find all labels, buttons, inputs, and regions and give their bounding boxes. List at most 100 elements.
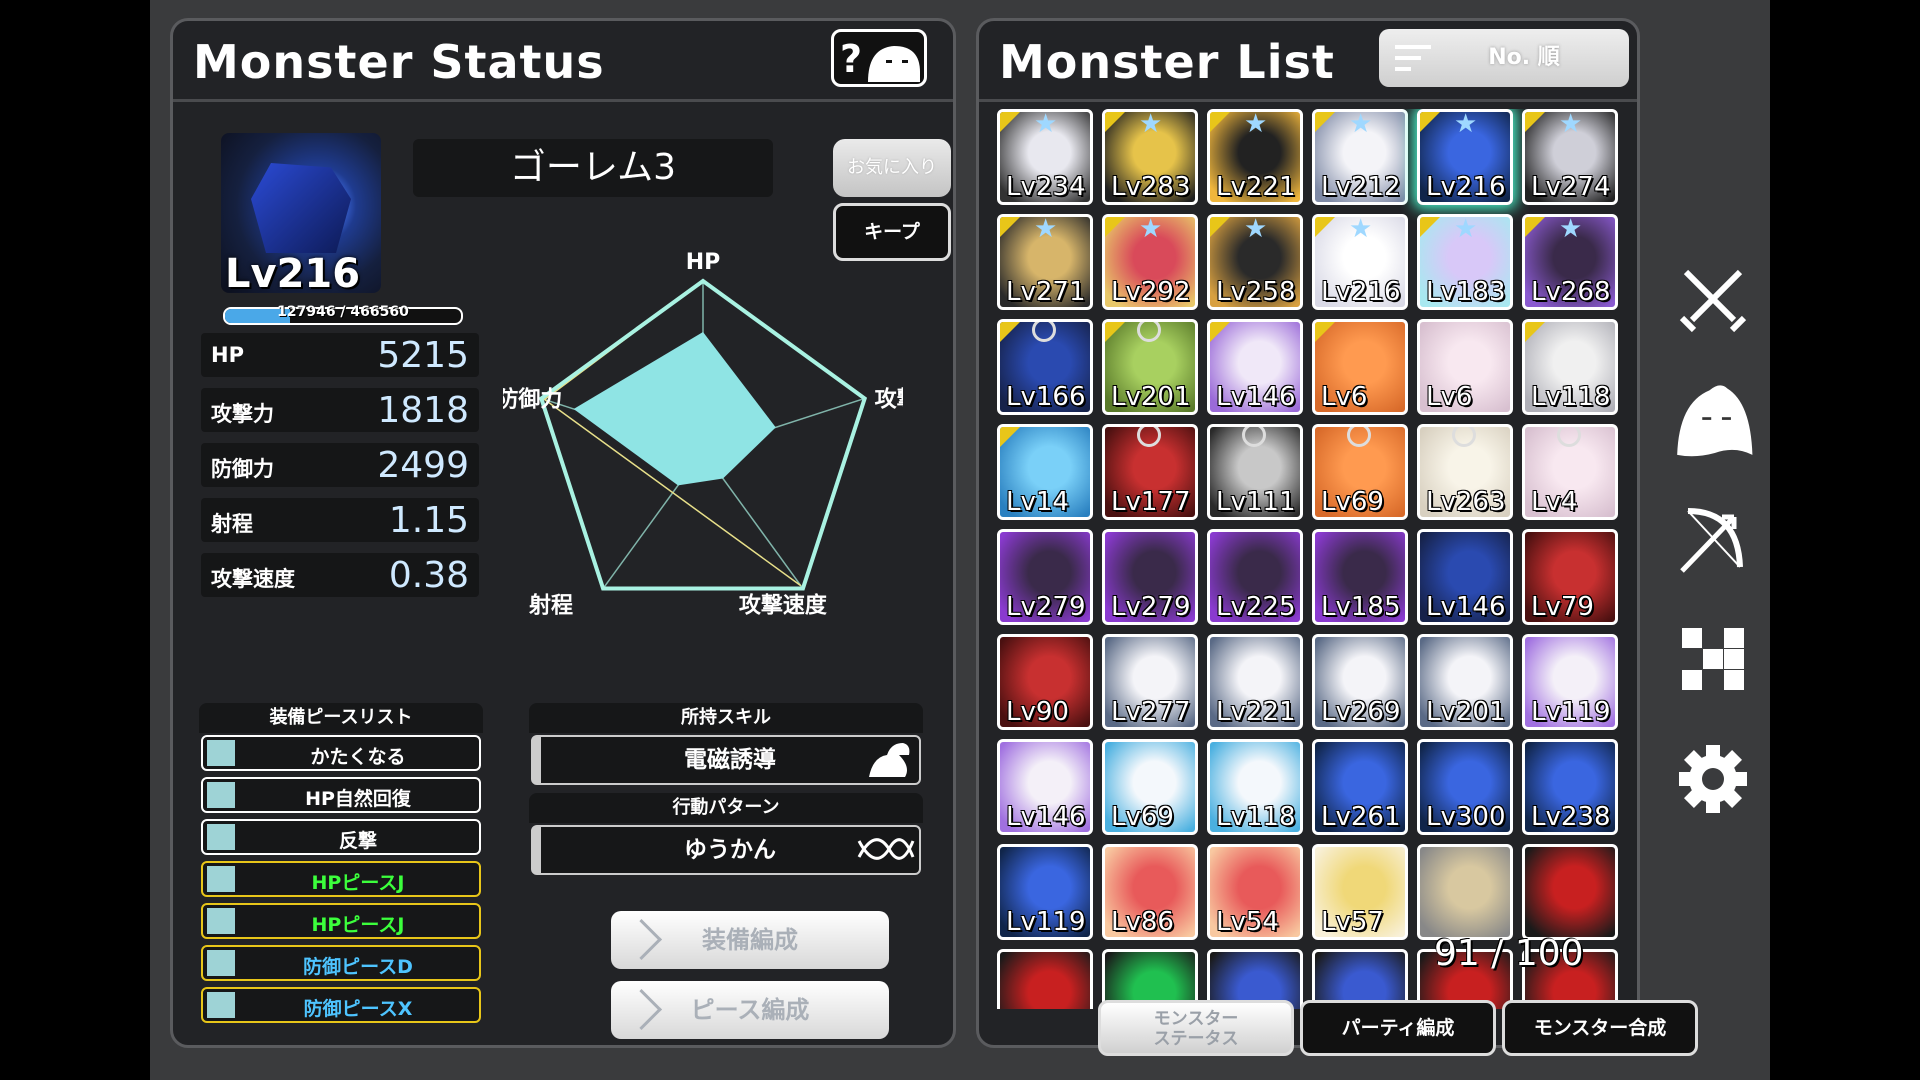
monster-level-label: Lv86 (1111, 907, 1174, 937)
monster-card[interactable]: Lv119 (997, 844, 1093, 940)
monster-card[interactable]: Lv279 (1102, 529, 1198, 625)
piece-shape-icon (207, 824, 235, 850)
bottom-tab[interactable]: モンスター ステータス (1098, 1000, 1294, 1056)
monster-card[interactable]: ★ Lv221 (1207, 109, 1303, 205)
monster-card[interactable]: Lv263 (1417, 424, 1513, 520)
monster-card[interactable]: Lv86 (1102, 844, 1198, 940)
monster-card[interactable]: ★ Lv292 (1102, 214, 1198, 310)
monster-card[interactable]: Lv177 (1102, 424, 1198, 520)
monster-level-label: Lv279 (1006, 592, 1086, 622)
monster-card[interactable]: ★ Lv234 (997, 109, 1093, 205)
equip-piece-item[interactable]: 防御ピースD (201, 945, 481, 981)
monster-card[interactable]: Lv238 (1522, 739, 1618, 835)
monster-card[interactable] (1522, 844, 1618, 940)
monster-status-panel: Monster Status ? Lv216 127946 / 466560 ゴ… (170, 18, 956, 1048)
stat-defense: 防御力 2499 (201, 443, 479, 487)
monster-card[interactable]: Lv185 (1312, 529, 1408, 625)
puzzle-menu-button[interactable] (1670, 616, 1756, 702)
monster-card[interactable]: ★ Lv183 (1417, 214, 1513, 310)
monster-card[interactable]: Lv146 (1417, 529, 1513, 625)
monster-level-label: Lv146 (1426, 592, 1506, 622)
monster-card[interactable]: Lv201 (1102, 319, 1198, 415)
monster-card[interactable] (997, 949, 1093, 1009)
monster-card[interactable]: Lv79 (1522, 529, 1618, 625)
crossed-swords-icon (1679, 269, 1747, 333)
stat-hp: HP 5215 (201, 333, 479, 377)
piece-edit-button[interactable]: ピース編成 (611, 981, 889, 1039)
skill-box[interactable]: 電磁誘導 (531, 735, 921, 785)
monster-card[interactable]: Lv166 (997, 319, 1093, 415)
monster-level-label: Lv201 (1111, 382, 1191, 412)
equip-piece-item[interactable]: かたくなる (201, 735, 481, 771)
stat-value: 1.15 (388, 500, 469, 541)
monster-card[interactable]: Lv57 (1312, 844, 1408, 940)
monster-card[interactable]: Lv6 (1417, 319, 1513, 415)
help-button[interactable]: ? (831, 29, 927, 87)
monster-card[interactable]: ★ Lv216 (1417, 109, 1513, 205)
equip-piece-item[interactable]: 反撃 (201, 819, 481, 855)
behavior-value: ゆうかん (684, 837, 776, 863)
sort-button[interactable]: No. 順 (1379, 29, 1629, 87)
monster-card[interactable]: Lv225 (1207, 529, 1303, 625)
monster-card[interactable]: Lv14 (997, 424, 1093, 520)
monster-card[interactable]: Lv221 (1207, 634, 1303, 730)
monster-card[interactable]: Lv90 (997, 634, 1093, 730)
monster-level: Lv216 (225, 251, 361, 297)
monster-card[interactable]: ★ Lv268 (1522, 214, 1618, 310)
equip-piece-item[interactable]: HPピースJ (201, 861, 481, 897)
monster-card[interactable]: Lv146 (997, 739, 1093, 835)
monster-level-label: Lv118 (1216, 802, 1296, 832)
monster-card[interactable]: Lv4 (1522, 424, 1618, 520)
monster-card[interactable]: Lv146 (1207, 319, 1303, 415)
monster-card[interactable]: ★ Lv212 (1312, 109, 1408, 205)
bottom-tab[interactable]: モンスター合成 (1502, 1000, 1698, 1056)
bow-icon (1680, 508, 1743, 573)
monster-card[interactable]: Lv6 (1312, 319, 1408, 415)
skill-heading: 所持スキル (529, 703, 923, 733)
monster-card[interactable]: Lv261 (1312, 739, 1408, 835)
bottom-tab[interactable]: パーティ編成 (1300, 1000, 1496, 1056)
rarity-badge (1210, 112, 1230, 132)
settings-menu-button[interactable] (1670, 736, 1756, 822)
radar-axis-label: 攻撃速度 (739, 593, 828, 619)
monster-card[interactable]: Lv279 (997, 529, 1093, 625)
equip-piece-label: HPピースJ (311, 872, 405, 894)
monster-card[interactable]: Lv111 (1207, 424, 1303, 520)
monster-level-label: Lv212 (1321, 172, 1401, 202)
monster-menu-button[interactable] (1670, 376, 1756, 462)
monster-card[interactable]: Lv69 (1312, 424, 1408, 520)
monster-card[interactable]: Lv69 (1102, 739, 1198, 835)
monster-level-label: Lv6 (1321, 382, 1368, 412)
monster-card[interactable]: ★ Lv216 (1312, 214, 1408, 310)
monster-card[interactable]: Lv118 (1207, 739, 1303, 835)
rarity-badge (1000, 427, 1020, 447)
monster-card[interactable]: Lv118 (1522, 319, 1618, 415)
monster-card[interactable]: Lv277 (1102, 634, 1198, 730)
equip-piece-item[interactable]: HP自然回復 (201, 777, 481, 813)
monster-card[interactable]: ★ Lv271 (997, 214, 1093, 310)
stat-label: HP (211, 343, 244, 367)
monster-card[interactable]: Lv201 (1417, 634, 1513, 730)
favorite-button[interactable]: お気に入り (833, 139, 951, 197)
monster-card[interactable]: ★ Lv258 (1207, 214, 1303, 310)
radar-axis-label: HP (686, 251, 721, 275)
monster-card[interactable]: ★ Lv274 (1522, 109, 1618, 205)
monster-card[interactable]: Lv54 (1207, 844, 1303, 940)
monster-card[interactable]: Lv269 (1312, 634, 1408, 730)
bow-menu-button[interactable] (1670, 496, 1756, 582)
stat-label: 攻撃速度 (211, 567, 295, 591)
chevron-right-icon (620, 988, 663, 1031)
exp-text: 127946 / 466560 (277, 304, 409, 320)
monster-card[interactable]: ★ Lv283 (1102, 109, 1198, 205)
battle-menu-button[interactable] (1670, 256, 1756, 342)
behavior-box[interactable]: ゆうかん (531, 825, 921, 875)
monster-card[interactable]: Lv119 (1522, 634, 1618, 730)
star-icon: ★ (1139, 109, 1163, 139)
monster-list-panel: Monster List No. 順 ★ Lv234 ★ Lv283 ★ Lv221 ★ Lv… (976, 18, 1640, 1048)
equip-edit-button[interactable]: 装備編成 (611, 911, 889, 969)
monster-level-label: Lv69 (1321, 487, 1384, 517)
monster-card[interactable] (1417, 844, 1513, 940)
monster-card[interactable]: Lv300 (1417, 739, 1513, 835)
equip-piece-item[interactable]: HPピースJ (201, 903, 481, 939)
equip-piece-item[interactable]: 防御ピースX (201, 987, 481, 1023)
